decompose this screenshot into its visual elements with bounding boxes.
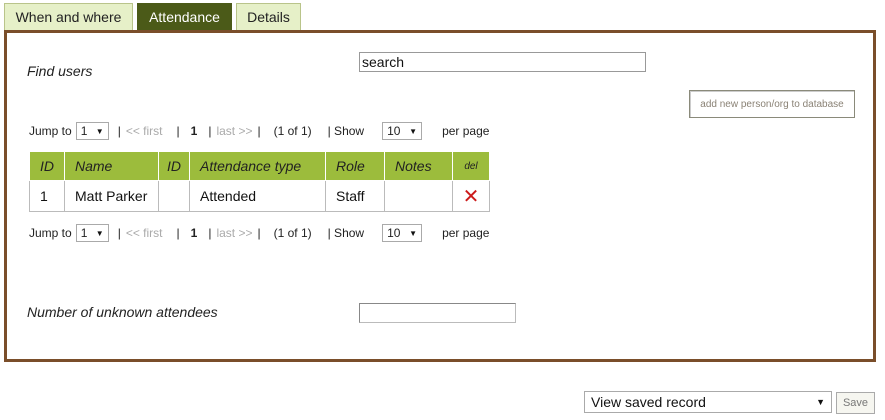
attendance-table: ID Name ID Attendance type Role Notes de…: [29, 151, 490, 212]
first-page-link[interactable]: << first: [126, 124, 163, 138]
show-count-select[interactable]: 10 ▼: [382, 224, 423, 242]
unknown-attendees-input[interactable]: [359, 303, 516, 323]
col-header-id2: ID: [158, 151, 190, 181]
jump-to-value: 1: [80, 124, 88, 138]
tab-when-and-where[interactable]: When and where: [4, 3, 133, 31]
unknown-attendees-label: Number of unknown attendees: [27, 304, 218, 320]
separator: |: [176, 226, 180, 240]
show-label: | Show: [327, 124, 365, 138]
separator: |: [117, 124, 121, 138]
col-header-attendance-type: Attendance type: [189, 151, 326, 181]
delete-icon[interactable]: ✕: [452, 180, 490, 212]
jump-to-select[interactable]: 1 ▼: [75, 224, 109, 242]
last-page-link[interactable]: last >>: [216, 124, 252, 138]
separator: |: [257, 226, 261, 240]
first-page-link[interactable]: << first: [126, 226, 163, 240]
tab-details[interactable]: Details: [236, 3, 301, 31]
current-page: 1: [190, 226, 198, 240]
cell-notes: [384, 180, 453, 212]
pager-bottom: Jump to 1 ▼ | << first | 1 | last >> | (1…: [29, 223, 489, 243]
separator: |: [208, 124, 212, 138]
save-button[interactable]: Save: [836, 392, 875, 414]
col-header-name: Name: [64, 151, 159, 181]
col-header-del: del: [452, 151, 490, 181]
col-header-role: Role: [325, 151, 385, 181]
per-page-label: per page: [442, 124, 490, 138]
chevron-down-icon: ▼: [95, 228, 104, 238]
separator: |: [257, 124, 261, 138]
col-header-notes: Notes: [384, 151, 453, 181]
find-users-label: Find users: [27, 63, 93, 79]
jump-to-label: Jump to: [29, 124, 72, 138]
cell-id: 1: [29, 180, 65, 212]
jump-to-value: 1: [80, 226, 88, 240]
jump-to-label: Jump to: [29, 226, 72, 240]
tab-attendance[interactable]: Attendance: [137, 3, 232, 31]
current-page: 1: [190, 124, 198, 138]
show-count-value: 10: [387, 124, 401, 138]
jump-to-select[interactable]: 1 ▼: [75, 122, 109, 140]
separator: |: [176, 124, 180, 138]
view-saved-record-value: View saved record: [591, 394, 706, 410]
chevron-down-icon: ▼: [95, 126, 104, 136]
show-label: | Show: [327, 226, 365, 240]
attendance-panel: Find users search add new person/org to …: [4, 30, 876, 362]
cell-attendance-type: Attended: [189, 180, 326, 212]
separator: |: [117, 226, 121, 240]
chevron-down-icon: ▼: [409, 126, 418, 136]
show-count-value: 10: [387, 226, 401, 240]
show-count-select[interactable]: 10 ▼: [382, 122, 423, 140]
cell-role: Staff: [325, 180, 385, 212]
page-of-count: (1 of 1): [273, 124, 312, 138]
page-of-count: (1 of 1): [273, 226, 312, 240]
view-saved-record-select[interactable]: View saved record ▼: [584, 391, 832, 413]
chevron-down-icon: ▼: [409, 228, 418, 238]
chevron-down-icon: ▼: [816, 397, 825, 407]
last-page-link[interactable]: last >>: [216, 226, 252, 240]
pager-top: Jump to 1 ▼ | << first | 1 | last >> | (1…: [29, 121, 489, 141]
separator: |: [208, 226, 212, 240]
search-input[interactable]: search: [359, 52, 646, 72]
cell-name: Matt Parker: [64, 180, 159, 212]
cell-id2: [158, 180, 190, 212]
add-person-button[interactable]: add new person/org to database: [689, 90, 855, 118]
per-page-label: per page: [442, 226, 490, 240]
table-header-row: ID Name ID Attendance type Role Notes de…: [29, 151, 490, 181]
table-row: 1 Matt Parker Attended Staff ✕: [29, 180, 490, 212]
col-header-id: ID: [29, 151, 65, 181]
